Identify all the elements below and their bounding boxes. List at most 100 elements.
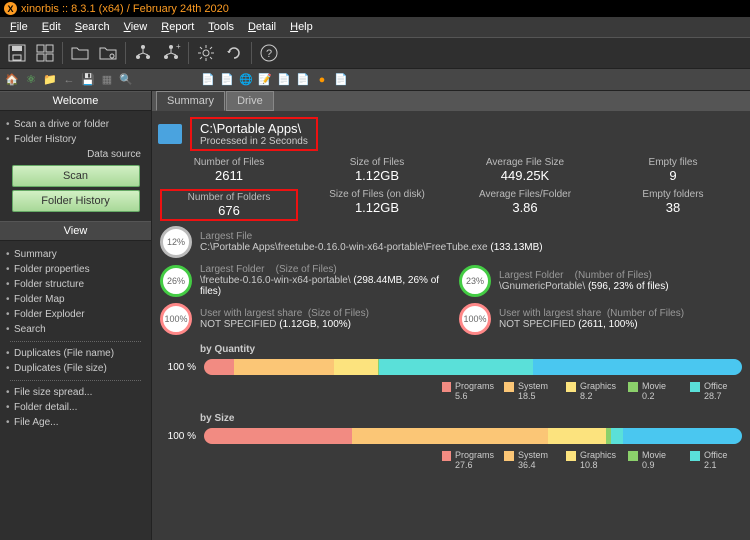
view-size-spread[interactable]: File size spread... [4, 385, 147, 400]
bar-segment [334, 359, 378, 375]
legend-name: Office [704, 381, 727, 391]
toolbar-mini: 🏠 ⚛ 📁 ← 💾 ▦ 🔍 📄 📄 🌐 📝 📄 📄 ● 📄 [0, 69, 750, 91]
sidebar-scan-drive[interactable]: Scan a drive or folder [4, 117, 147, 132]
path-text: C:\Portable Apps\ [200, 121, 308, 136]
stat-value: 1.12GB [308, 200, 446, 215]
menu-search[interactable]: Search [69, 19, 116, 35]
home-icon[interactable]: 🏠 [4, 72, 20, 88]
legend-swatch [504, 382, 514, 392]
menu-edit[interactable]: Edit [36, 19, 67, 35]
menu-report[interactable]: Report [155, 19, 200, 35]
view-search[interactable]: Search [4, 322, 147, 337]
legend-swatch [690, 451, 700, 461]
stat-value: 9 [604, 168, 742, 183]
legend-swatch [442, 451, 451, 461]
legend-item: Office28.7 [690, 381, 742, 401]
menu-tools[interactable]: Tools [202, 19, 240, 35]
legend-swatch [690, 382, 700, 392]
legend-value: 10.8 [580, 460, 616, 470]
view-dup-size[interactable]: Duplicates (File size) [4, 361, 147, 376]
doc-green-icon[interactable]: 📄 [219, 72, 235, 88]
bar-segment [611, 428, 622, 444]
tab-drive[interactable]: Drive [226, 91, 274, 111]
view-summary[interactable]: Summary [4, 247, 147, 262]
tree-plus-icon[interactable]: + [158, 40, 184, 66]
stat-value: 676 [166, 203, 292, 218]
stat-col: Empty folders38 [604, 189, 742, 221]
legend-item: Office2.1 [690, 450, 742, 470]
tree-icon[interactable] [130, 40, 156, 66]
bar-segment [352, 428, 548, 444]
folder-search-icon[interactable] [95, 40, 121, 66]
stat-label: Size of Files (on disk) [308, 189, 446, 200]
view-file-age[interactable]: File Age... [4, 415, 147, 430]
menu-file[interactable]: File [4, 19, 34, 35]
drive-icon [158, 124, 182, 144]
doc-cyan-icon[interactable]: 📄 [276, 72, 292, 88]
stat-label: Empty files [604, 157, 742, 168]
tab-summary[interactable]: Summary [156, 91, 225, 111]
note-icon[interactable]: 📝 [257, 72, 273, 88]
settings-icon[interactable] [193, 40, 219, 66]
path-highlight: C:\Portable Apps\ Processed in 2 Seconds [190, 117, 318, 151]
legend-swatch [628, 382, 638, 392]
x-orange-icon[interactable]: ● [314, 72, 330, 88]
doc-red-icon[interactable]: 📄 [295, 72, 311, 88]
stat-col: Average Files/Folder3.86 [456, 189, 594, 221]
save-icon[interactable] [4, 40, 30, 66]
menu-view[interactable]: View [118, 19, 154, 35]
welcome-header: Welcome [0, 91, 151, 111]
stat-col: Size of Files (on disk)1.12GB [308, 189, 446, 221]
folder-mini-icon[interactable]: 📁 [42, 72, 58, 88]
legend-name: Programs [455, 381, 494, 391]
grid-icon[interactable]: ▦ [99, 72, 115, 88]
separator [251, 42, 252, 64]
menu-detail[interactable]: Detail [242, 19, 282, 35]
view-folder-map[interactable]: Folder Map [4, 292, 147, 307]
stat-value: 2611 [160, 168, 298, 183]
scan-button[interactable]: Scan [12, 165, 140, 187]
legend-value: 2.1 [704, 460, 727, 470]
title-text: xinorbis :: 8.3.1 (x64) / February 24th … [21, 3, 229, 15]
globe-icon[interactable]: 🌐 [238, 72, 254, 88]
divider [10, 341, 141, 342]
view-folder-detail[interactable]: Folder detail... [4, 400, 147, 415]
toolbar-main: + ? [0, 37, 750, 69]
view-folder-exploder[interactable]: Folder Exploder [4, 307, 147, 322]
search-mini-icon[interactable]: 🔍 [118, 72, 134, 88]
bar-segment [234, 359, 334, 375]
back-icon[interactable]: ← [61, 72, 77, 88]
legend-swatch [504, 451, 514, 461]
stat-value: 3.86 [456, 200, 594, 215]
view-dup-name[interactable]: Duplicates (File name) [4, 346, 147, 361]
view-folder-structure[interactable]: Folder structure [4, 277, 147, 292]
pct-label: 100 % [160, 431, 196, 442]
bar-segment [533, 359, 742, 375]
disk-icon[interactable]: 💾 [80, 72, 96, 88]
doc-gray-icon[interactable]: 📄 [333, 72, 349, 88]
view-header: View [0, 221, 151, 241]
separator [62, 42, 63, 64]
chart-title: by Quantity [152, 338, 750, 359]
folder-icon[interactable] [67, 40, 93, 66]
sidebar-folder-history[interactable]: Folder History [4, 132, 147, 147]
largest-file-pct: 12% [160, 226, 192, 258]
save-multi-icon[interactable] [32, 40, 58, 66]
bar-segment [548, 428, 606, 444]
tabs: Summary Drive [152, 91, 750, 111]
nodes-icon[interactable]: ⚛ [23, 72, 39, 88]
legend-item: Movie0.9 [628, 450, 680, 470]
view-folder-properties[interactable]: Folder properties [4, 262, 147, 277]
doc-blue-icon[interactable]: 📄 [200, 72, 216, 88]
help-icon[interactable]: ? [256, 40, 282, 66]
menu-help[interactable]: Help [284, 19, 319, 35]
refresh-icon[interactable] [221, 40, 247, 66]
stat-col: Average File Size449.25K [456, 157, 594, 183]
stat-col: Empty files9 [604, 157, 742, 183]
largest-folder-size-info: Largest Folder (Size of Files) \freetube… [200, 264, 443, 297]
folder-history-button[interactable]: Folder History [12, 190, 140, 212]
legend-swatch [566, 451, 576, 461]
bar-segment [204, 428, 352, 444]
largest-folder-size-pct: 26% [160, 265, 192, 297]
legend-name: System [518, 381, 548, 391]
